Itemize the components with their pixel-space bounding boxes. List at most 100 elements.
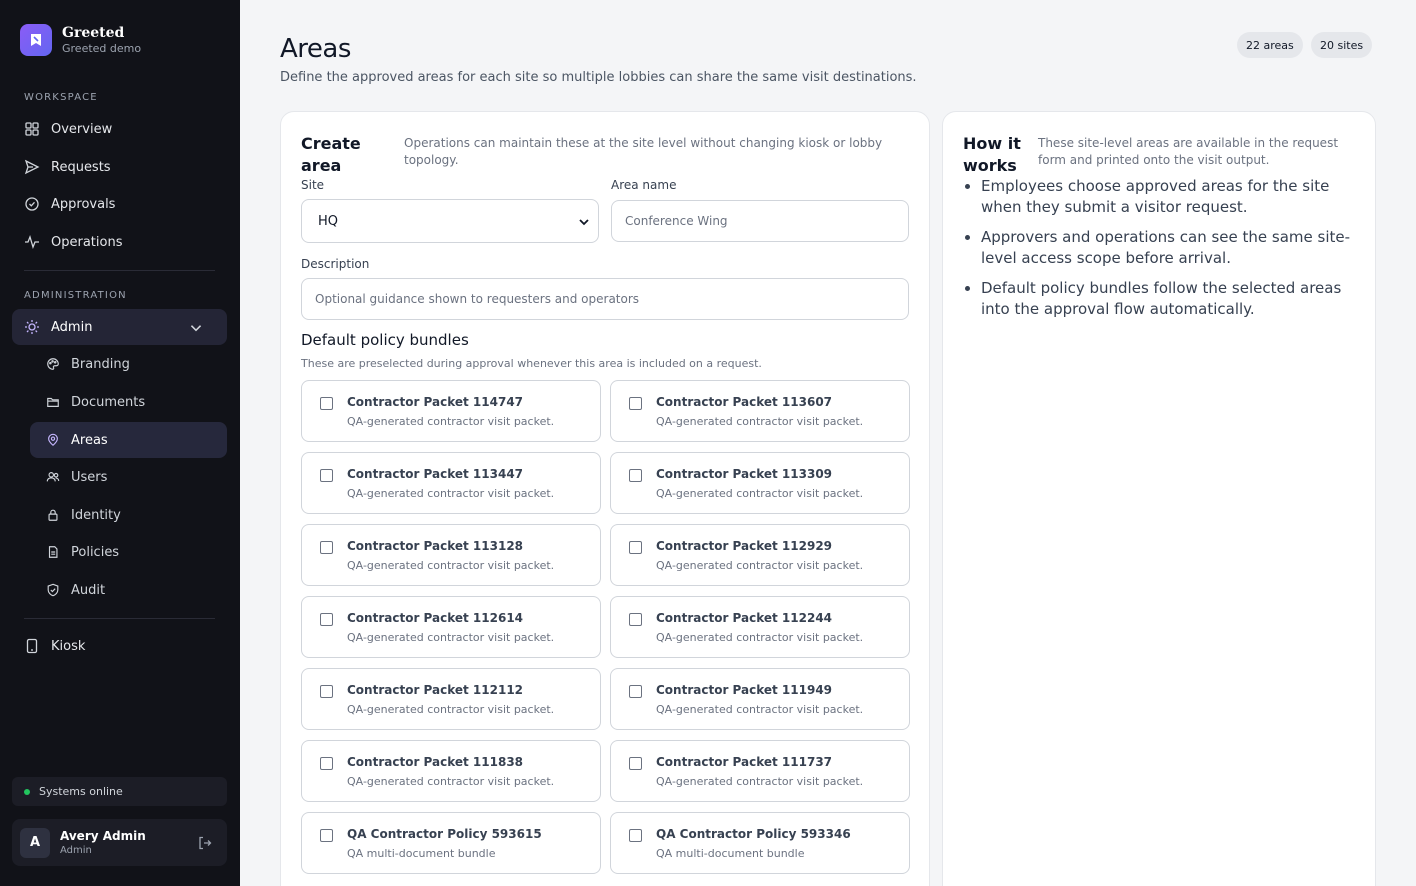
sidebar-item-label: Approvals <box>51 196 116 212</box>
sidebar-item-branding[interactable]: Branding <box>30 346 227 382</box>
bundle-name: Contractor Packet 112244 <box>656 611 833 625</box>
bundle-description: QA-generated contractor visit packet. <box>347 703 555 716</box>
bundle-checkbox[interactable] <box>629 469 642 482</box>
sidebar-item-areas[interactable]: Areas <box>30 422 227 458</box>
bundle-description: QA-generated contractor visit packet. <box>656 559 864 572</box>
bundle-description: QA-generated contractor visit packet. <box>656 703 864 716</box>
sidebar-item-identity[interactable]: Identity <box>30 497 227 533</box>
sidebar-item-audit[interactable]: Audit <box>30 572 227 608</box>
create-area-title: Create area <box>301 134 361 175</box>
policy-bundle-option[interactable]: Contractor Packet 113607 QA-generated con… <box>610 380 910 442</box>
bundle-checkbox[interactable] <box>320 397 333 410</box>
bundle-checkbox[interactable] <box>629 397 642 410</box>
bundle-name: Contractor Packet 111737 <box>656 755 833 769</box>
areas-count-badge: 22 areas <box>1237 32 1303 58</box>
sidebar-item-label: Operations <box>51 234 123 250</box>
bundle-checkbox[interactable] <box>629 757 642 770</box>
user-card[interactable]: A Avery Admin Admin <box>12 819 227 866</box>
policy-bundle-option[interactable]: Contractor Packet 112112 QA-generated con… <box>301 668 601 730</box>
bundle-checkbox[interactable] <box>629 829 642 842</box>
area-name-input[interactable]: Conference Wing <box>611 200 909 242</box>
folder-icon <box>47 397 59 407</box>
chevron-down-icon <box>579 219 589 226</box>
sidebar-item-overview[interactable]: Overview <box>12 111 227 147</box>
policy-bundles-description: These are preselected during approval wh… <box>301 357 762 370</box>
sidebar-item-users[interactable]: Users <box>30 459 227 495</box>
how-it-works-title: How it works <box>963 134 1021 175</box>
policy-bundle-option[interactable]: Contractor Packet 111949 QA-generated con… <box>610 668 910 730</box>
check-circle-icon <box>25 197 39 211</box>
sidebar-item-requests[interactable]: Requests <box>12 149 227 185</box>
bundle-checkbox[interactable] <box>629 685 642 698</box>
bundle-checkbox[interactable] <box>629 541 642 554</box>
site-select-value: HQ <box>318 213 339 229</box>
bundle-checkbox[interactable] <box>320 757 333 770</box>
policy-bundle-option[interactable]: QA Contractor Policy 593346 QA multi-docu… <box>610 812 910 874</box>
policy-bundle-option[interactable]: Contractor Packet 112244 QA-generated con… <box>610 596 910 658</box>
sidebar-item-label: Documents <box>71 394 146 410</box>
bundle-checkbox[interactable] <box>320 829 333 842</box>
bundle-description: QA-generated contractor visit packet. <box>347 415 555 428</box>
list-item: Employees choose approved areas for the … <box>963 176 1363 218</box>
policy-bundle-option[interactable]: Contractor Packet 114747 QA-generated con… <box>301 380 601 442</box>
bundle-checkbox[interactable] <box>320 469 333 482</box>
description-input[interactable]: Optional guidance shown to requesters an… <box>301 278 909 320</box>
sidebar-divider <box>24 270 215 271</box>
policy-bundle-option[interactable]: Contractor Packet 113447 QA-generated con… <box>301 452 601 514</box>
sidebar-item-label: Areas <box>71 432 108 448</box>
bundle-checkbox[interactable] <box>320 685 333 698</box>
area-name-label: Area name <box>611 178 677 192</box>
list-item: Approvers and operations can see the sam… <box>963 227 1363 269</box>
list-item: Default policy bundles follow the select… <box>963 278 1363 320</box>
chevron-down-icon[interactable] <box>188 320 204 336</box>
bundle-name: QA Contractor Policy 593615 <box>347 827 542 841</box>
logout-icon[interactable] <box>197 835 213 851</box>
bundle-checkbox[interactable] <box>629 613 642 626</box>
site-select[interactable]: HQ <box>301 199 599 243</box>
sidebar-item-label: Admin <box>51 319 93 335</box>
sidebar-divider <box>24 618 215 619</box>
activity-icon <box>25 235 39 249</box>
sidebar-item-operations[interactable]: Operations <box>12 224 227 260</box>
administration-section-label: ADMINISTRATION <box>24 290 127 301</box>
sidebar-item-approvals[interactable]: Approvals <box>12 186 227 222</box>
bundle-name: Contractor Packet 112929 <box>656 539 833 553</box>
user-name: Avery Admin <box>60 828 146 843</box>
avatar: A <box>20 827 50 858</box>
system-status: Systems online <box>12 777 227 806</box>
sidebar-item-admin[interactable]: Admin <box>12 309 227 345</box>
lock-icon <box>48 509 58 521</box>
policy-bundle-option[interactable]: Contractor Packet 112614 QA-generated con… <box>301 596 601 658</box>
sidebar-item-label: Branding <box>71 356 130 372</box>
policy-bundle-option[interactable]: Contractor Packet 113128 QA-generated con… <box>301 524 601 586</box>
send-icon <box>24 159 40 175</box>
policy-bundle-option[interactable]: Contractor Packet 112929 QA-generated con… <box>610 524 910 586</box>
sidebar-item-label: Overview <box>51 121 113 137</box>
sidebar-item-policies[interactable]: Policies <box>30 534 227 570</box>
sites-count-badge: 20 sites <box>1311 32 1373 58</box>
bundle-description: QA-generated contractor visit packet. <box>656 487 864 500</box>
bundle-description: QA-generated contractor visit packet. <box>656 631 864 644</box>
bundle-description: QA-generated contractor visit packet. <box>347 487 555 500</box>
how-it-works-description: These site-level areas are available in … <box>1038 136 1339 167</box>
bundle-name: Contractor Packet 114747 <box>347 395 524 409</box>
sidebar-item-kiosk[interactable]: Kiosk <box>12 628 227 664</box>
policy-bundle-option[interactable]: Contractor Packet 111838 QA-generated con… <box>301 740 601 802</box>
sidebar-item-documents[interactable]: Documents <box>30 384 227 420</box>
brand-subtitle: Greeted demo <box>62 41 142 55</box>
bundle-description: QA multi-document bundle <box>656 847 805 860</box>
how-it-works-card: How it works These site-level areas are … <box>942 111 1376 886</box>
bundle-checkbox[interactable] <box>320 613 333 626</box>
brand[interactable]: Greeted Greeted demo <box>20 24 141 56</box>
greeted-logo-icon <box>20 24 52 56</box>
policy-bundle-option[interactable]: Contractor Packet 111737 QA-generated con… <box>610 740 910 802</box>
policy-bundle-option[interactable]: QA Contractor Policy 593615 QA multi-docu… <box>301 812 601 874</box>
bundle-name: Contractor Packet 113447 <box>347 467 524 481</box>
bundle-description: QA-generated contractor visit packet. <box>656 415 864 428</box>
area-name-placeholder: Conference Wing <box>625 214 728 228</box>
page-subtitle: Define the approved areas for each site … <box>280 70 917 85</box>
bundle-checkbox[interactable] <box>320 541 333 554</box>
page-title: Areas <box>280 34 351 64</box>
policy-bundle-option[interactable]: Contractor Packet 113309 QA-generated con… <box>610 452 910 514</box>
sun-icon <box>25 320 39 334</box>
